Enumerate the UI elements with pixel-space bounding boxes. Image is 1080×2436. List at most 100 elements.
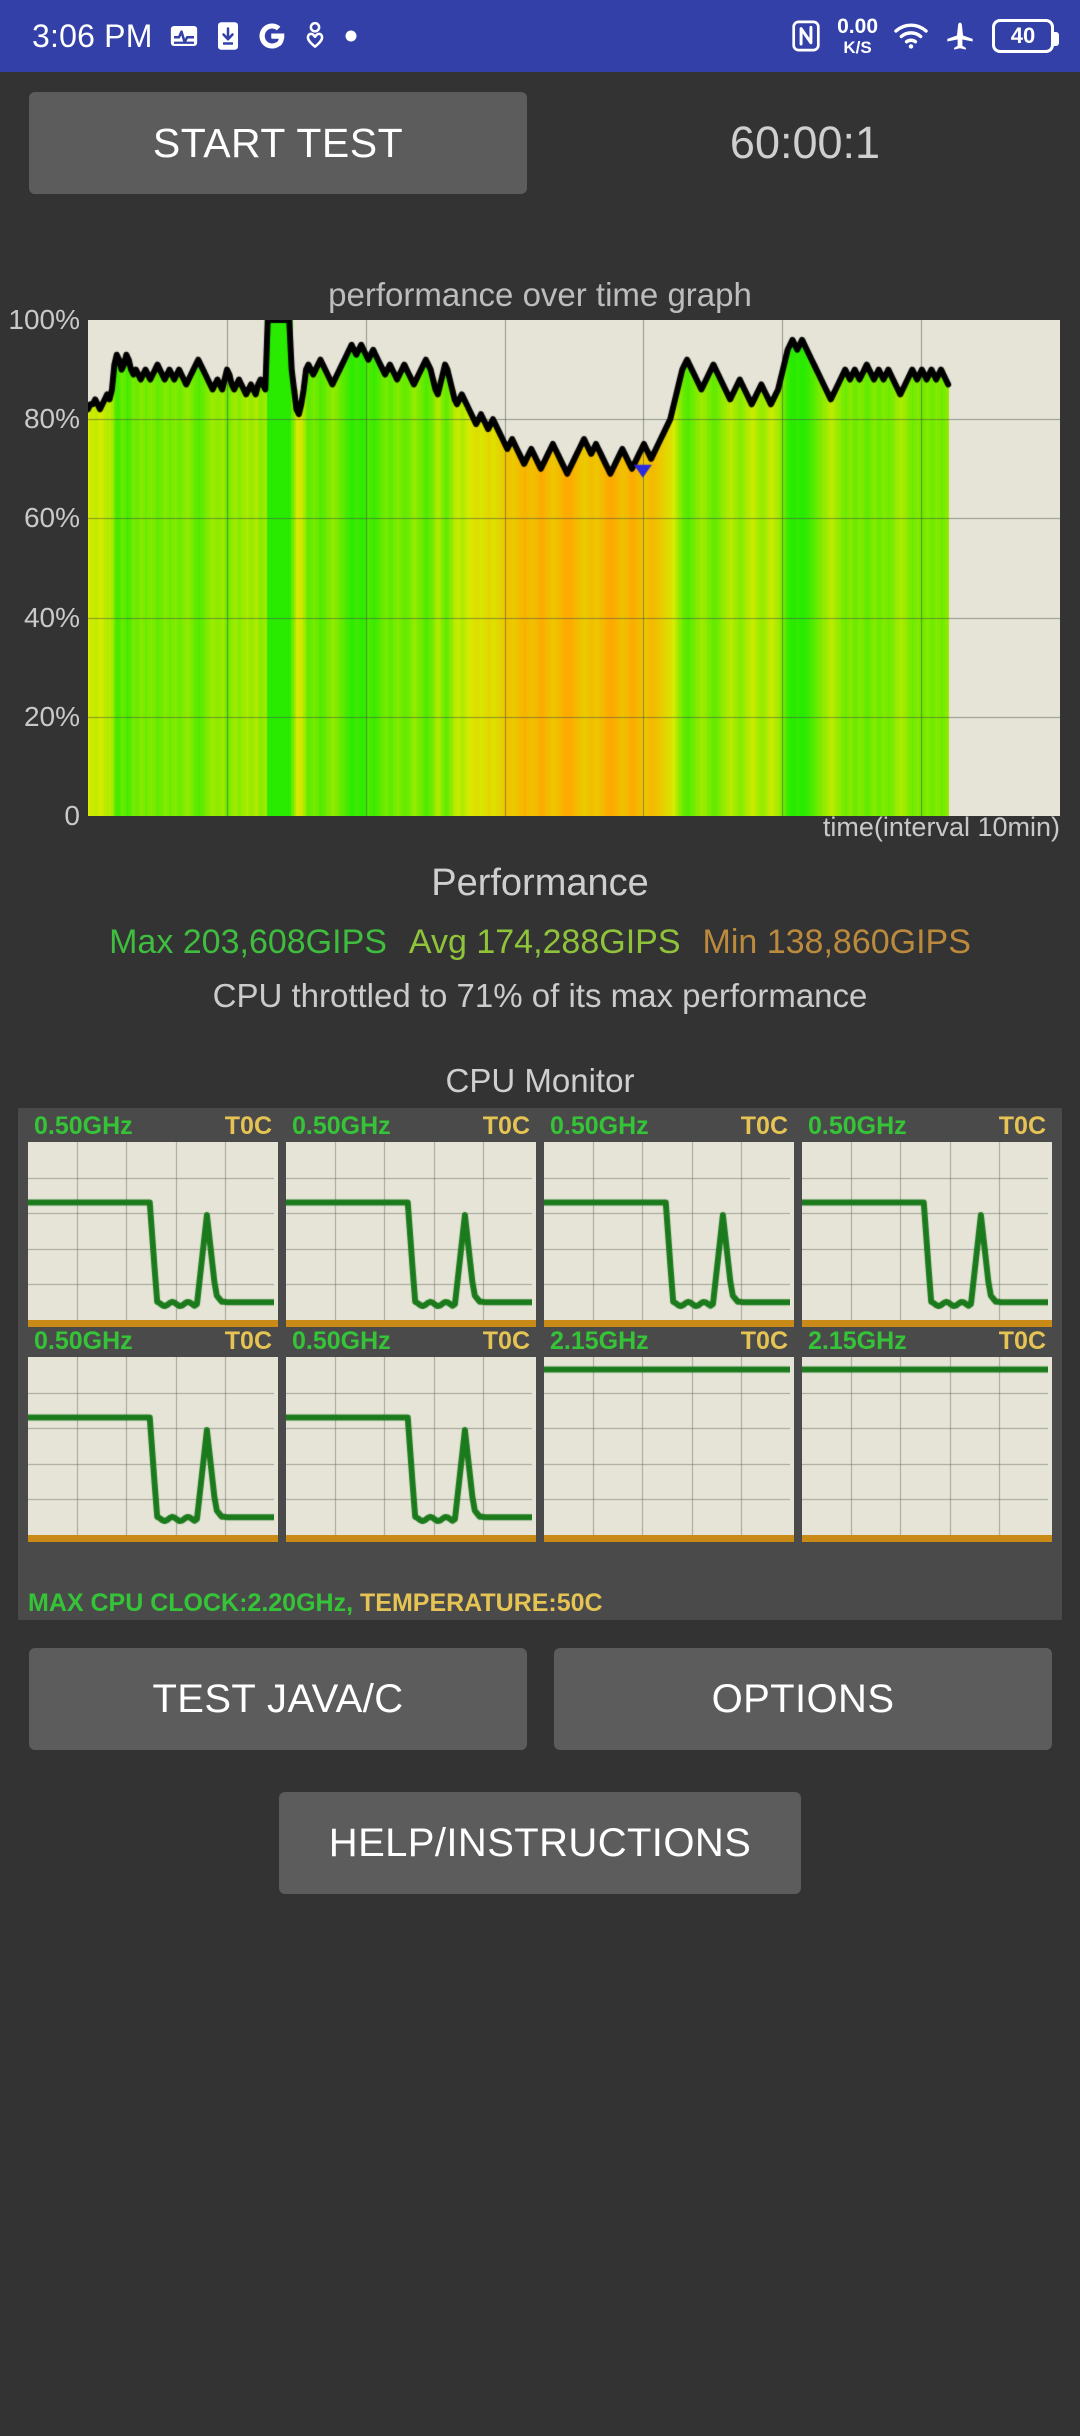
test-java-c-button[interactable]: TEST JAVA/C xyxy=(29,1648,527,1750)
y-axis-tick-label: 20% xyxy=(23,700,80,732)
network-speed-value: 0.00 xyxy=(837,15,878,38)
cpu-core-label: 0.50GHz T0C xyxy=(286,1112,536,1142)
nfc-icon xyxy=(791,20,821,52)
cpu-core-temp: T0C xyxy=(740,1112,788,1140)
cpu-monitor-heading: CPU Monitor xyxy=(445,1062,635,1099)
cpu-core-temperature-bar xyxy=(802,1320,1052,1327)
cpu-core-canvas xyxy=(544,1357,790,1535)
battery-icon: 40 xyxy=(992,19,1059,53)
cpu-core-clock: 2.15GHz xyxy=(550,1327,649,1355)
dot-icon xyxy=(343,28,359,44)
cpu-core-temperature-bar xyxy=(28,1535,278,1542)
cpu-core-label: 0.50GHz T0C xyxy=(28,1327,278,1357)
cpu-core-temperature-bar xyxy=(544,1535,794,1542)
cpu-core-temp: T0C xyxy=(998,1327,1046,1355)
performance-heading: Performance xyxy=(431,862,649,904)
cpu-core-chart xyxy=(802,1142,1052,1320)
performance-plot-canvas xyxy=(88,320,1060,816)
cpu-core-temperature-bar xyxy=(286,1320,536,1327)
cpu-core-grid: 0.50GHz T0C 0.50GHz T0C 0.50GHz T0C 0.50GHz T0C… xyxy=(24,1112,1056,1542)
cpu-core-cell: 0.50GHz T0C xyxy=(798,1112,1056,1327)
cpu-core-label: 0.50GHz T0C xyxy=(286,1327,536,1357)
cpu-core-temp: T0C xyxy=(740,1327,788,1355)
activity-monitor-icon xyxy=(169,21,199,51)
cpu-core-cell: 0.50GHz T0C xyxy=(24,1327,282,1542)
airplane-mode-icon xyxy=(944,20,976,52)
y-axis-tick-label: 0 xyxy=(64,800,80,831)
cpu-monitor-panel: 0.50GHz T0C 0.50GHz T0C 0.50GHz T0C 0.50GHz T0C… xyxy=(18,1108,1062,1620)
throttle-status-text: CPU throttled to 71% of its max performa… xyxy=(212,977,868,1014)
cpu-core-chart xyxy=(544,1357,794,1535)
cpu-core-temperature-bar xyxy=(28,1320,278,1327)
y-axis-tick-label: 100% xyxy=(8,304,80,335)
cpu-core-chart xyxy=(802,1357,1052,1535)
cpu-core-cell: 0.50GHz T0C xyxy=(540,1112,798,1327)
google-icon xyxy=(257,21,287,51)
cpu-core-label: 2.15GHz T0C xyxy=(802,1327,1052,1357)
cpu-core-canvas xyxy=(802,1142,1048,1320)
performance-graph: 100% 80% 60% 40% 20% 0 xyxy=(0,304,1080,831)
cpu-core-temp: T0C xyxy=(998,1112,1046,1140)
cpu-core-temperature-bar xyxy=(286,1535,536,1542)
cpu-core-chart xyxy=(286,1357,536,1535)
cpu-core-cell: 0.50GHz T0C xyxy=(24,1112,282,1327)
cpu-temperature-text: TEMPERATURE:50C xyxy=(360,1589,603,1617)
status-bar-left: 3:06 PM xyxy=(32,18,359,55)
start-test-button[interactable]: START TEST xyxy=(29,92,527,194)
cpu-core-clock: 0.50GHz xyxy=(808,1112,907,1140)
help-instructions-button[interactable]: HELP/INSTRUCTIONS xyxy=(279,1792,801,1894)
cpu-core-cell: 2.15GHz T0C xyxy=(798,1327,1056,1542)
cpu-core-temperature-bar xyxy=(544,1320,794,1327)
cpu-max-clock-text: MAX CPU CLOCK:2.20GHz, xyxy=(28,1589,354,1617)
network-speed-indicator: 0.00 K/S xyxy=(837,16,878,56)
status-bar-right: 0.00 K/S 40 xyxy=(791,16,1059,56)
cpu-core-cell: 0.50GHz T0C xyxy=(282,1327,540,1542)
cpu-core-canvas xyxy=(286,1357,532,1535)
cpu-core-canvas xyxy=(28,1142,274,1320)
cpu-core-clock: 0.50GHz xyxy=(34,1327,133,1355)
y-axis-tick-label: 40% xyxy=(23,601,80,633)
cpu-core-cell: 2.15GHz T0C xyxy=(540,1327,798,1542)
cpu-core-label: 0.50GHz T0C xyxy=(28,1112,278,1142)
status-bar-clock: 3:06 PM xyxy=(32,17,153,54)
cpu-core-clock: 0.50GHz xyxy=(34,1112,133,1140)
cpu-core-label: 0.50GHz T0C xyxy=(544,1112,794,1142)
cpu-core-temp: T0C xyxy=(224,1112,272,1140)
performance-avg: Avg 174,288GIPS xyxy=(408,923,681,961)
cpu-core-label: 0.50GHz T0C xyxy=(802,1112,1052,1142)
cpu-monitor-footer: MAX CPU CLOCK:2.20GHz, TEMPERATURE:50C xyxy=(28,1589,603,1618)
phone-download-icon xyxy=(215,21,241,51)
cpu-core-chart xyxy=(28,1357,278,1535)
performance-max: Max 203,608GIPS xyxy=(109,923,387,961)
performance-stats: Max 203,608GIPS Avg 174,288GIPS Min 138,… xyxy=(0,923,1080,962)
status-bar: 3:06 PM 0.00 K/S 40 xyxy=(0,0,1080,72)
cpu-core-temp: T0C xyxy=(482,1112,530,1140)
cpu-core-temp: T0C xyxy=(482,1327,530,1355)
performance-min: Min 138,860GIPS xyxy=(702,923,971,961)
cpu-core-temperature-bar xyxy=(802,1535,1052,1542)
cpu-core-label: 2.15GHz T0C xyxy=(544,1327,794,1357)
performance-x-axis-label: time(interval 10min) xyxy=(822,812,1060,842)
cpu-core-canvas xyxy=(802,1357,1048,1535)
y-axis-tick-label: 80% xyxy=(23,403,80,435)
cpu-core-canvas xyxy=(286,1142,532,1320)
cpu-core-clock: 0.50GHz xyxy=(550,1112,649,1140)
network-speed-unit: K/S xyxy=(843,38,872,57)
cpu-core-clock: 0.50GHz xyxy=(292,1327,391,1355)
person-heart-icon xyxy=(303,21,327,51)
cpu-core-clock: 0.50GHz xyxy=(292,1112,391,1140)
cpu-core-cell: 0.50GHz T0C xyxy=(282,1112,540,1327)
cpu-core-chart xyxy=(286,1142,536,1320)
options-button[interactable]: OPTIONS xyxy=(554,1648,1052,1750)
battery-level: 40 xyxy=(1010,23,1036,48)
wifi-icon xyxy=(894,22,928,50)
performance-plot-area xyxy=(88,320,1060,816)
top-toolbar: START TEST 60:00:1 xyxy=(0,72,1080,212)
cpu-core-temp: T0C xyxy=(224,1327,272,1355)
cpu-core-canvas xyxy=(28,1357,274,1535)
y-axis-tick-label: 60% xyxy=(23,502,80,534)
performance-graph-title: performance over time graph xyxy=(328,276,752,313)
cpu-core-clock: 2.15GHz xyxy=(808,1327,907,1355)
cpu-core-chart xyxy=(544,1142,794,1320)
cpu-core-chart xyxy=(28,1142,278,1320)
